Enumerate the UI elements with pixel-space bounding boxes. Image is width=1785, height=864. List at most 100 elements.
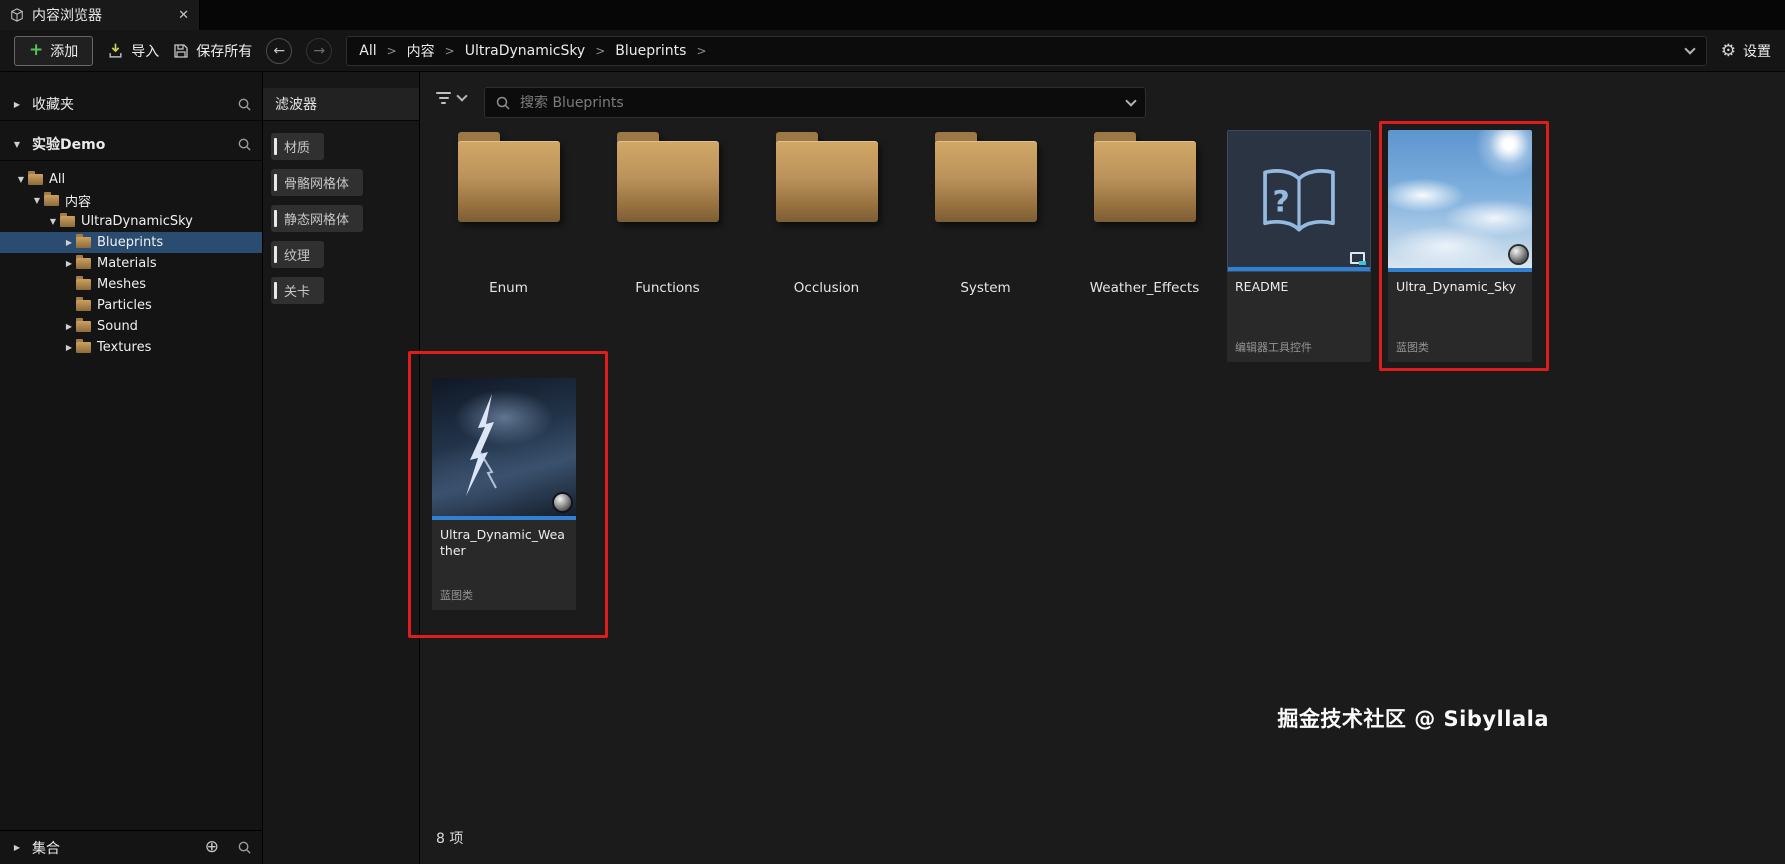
asset-grid-panel: Enum Functions Occlusion System Weather_… (420, 72, 1785, 864)
asset-name: README (1235, 279, 1289, 294)
folder-icon (76, 276, 91, 290)
filters-title: 滤波器 (263, 88, 419, 121)
tree-item-particles[interactable]: Particles (0, 295, 262, 316)
add-button-label: 添加 (50, 43, 79, 60)
asset-ultra-dynamic-weather[interactable]: Ultra_Dynamic_Weather 蓝图类 (432, 378, 576, 610)
close-icon[interactable]: ✕ (178, 8, 189, 23)
search-icon[interactable] (237, 97, 252, 112)
source-header[interactable]: ▼ 实验Demo (0, 128, 262, 161)
plus-icon: + (29, 40, 44, 60)
tree-item-materials[interactable]: ▶ Materials (0, 253, 262, 274)
readme-thumbnail: ? (1227, 130, 1371, 272)
folder-system[interactable]: System (913, 130, 1058, 360)
add-button[interactable]: + 添加 (14, 35, 94, 66)
tree-item-meshes[interactable]: Meshes (0, 274, 262, 295)
asset-type: 编辑器工具控件 (1235, 341, 1312, 354)
filter-pill-level[interactable]: 关卡 (271, 277, 325, 304)
expander-icon[interactable]: ▶ (10, 843, 24, 852)
folder-functions[interactable]: Functions (595, 130, 740, 360)
tree-item-label: All (49, 172, 66, 187)
add-collection-icon[interactable]: ⊕ (205, 839, 219, 856)
tree-item-ultradynamicsky[interactable]: ▼ UltraDynamicSky (0, 211, 262, 232)
asset-label-area: Ultra_Dynamic_Weather 蓝图类 (432, 520, 576, 610)
expander-icon[interactable]: ▶ (62, 343, 76, 352)
asset-type: 蓝图类 (440, 589, 473, 602)
expander-icon[interactable]: ▼ (30, 196, 44, 205)
sky-thumbnail (1388, 130, 1532, 272)
import-button[interactable]: 导入 (107, 41, 159, 61)
filter-funnel-icon (436, 92, 451, 104)
folder-icon (1093, 132, 1196, 222)
folder-icon (76, 318, 91, 332)
source-label: 实验Demo (32, 137, 106, 153)
breadcrumb-separator-icon: > (595, 43, 606, 58)
chevron-down-icon[interactable] (1684, 42, 1696, 55)
lightning-icon (466, 394, 497, 496)
expander-icon[interactable]: ▶ (62, 238, 76, 247)
chevron-down-icon[interactable] (1125, 94, 1137, 107)
breadcrumb: All > 内容 > UltraDynamicSky > Blueprints … (346, 35, 1707, 66)
folder-icon (76, 297, 91, 311)
asset-accent-underline (1228, 267, 1370, 271)
filter-pill-static-mesh[interactable]: 静态网格体 (271, 205, 364, 232)
search-input[interactable] (520, 94, 1118, 111)
tree-item-label: UltraDynamicSky (81, 214, 193, 229)
import-button-label: 导入 (131, 43, 160, 60)
tab-title: 内容浏览器 (32, 8, 102, 24)
expander-icon[interactable]: ▼ (14, 175, 28, 184)
svg-text:?: ? (1272, 185, 1289, 220)
folder-label: Functions (635, 280, 700, 296)
search-icon (495, 95, 511, 111)
tree-item-sound[interactable]: ▶ Sound (0, 316, 262, 337)
filter-pill-skeletal-mesh[interactable]: 骨骼网格体 (271, 169, 364, 196)
forward-button[interactable]: → (306, 37, 333, 64)
filters-panel: 滤波器 材质 骨骼网格体 静态网格体 纹理 关卡 (263, 72, 420, 864)
breadcrumb-item-ultradynamicsky[interactable]: UltraDynamicSky (465, 43, 585, 59)
breadcrumb-item-blueprints[interactable]: Blueprints (615, 43, 686, 59)
favorites-label: 收藏夹 (32, 97, 74, 113)
asset-label-area: Ultra_Dynamic_Sky 蓝图类 (1388, 272, 1532, 362)
open-book-icon: ? (1263, 169, 1335, 232)
back-arrow-icon: ← (273, 42, 286, 59)
back-button[interactable]: ← (266, 37, 293, 64)
expander-icon[interactable]: ▶ (62, 322, 76, 331)
folder-tree: ▼ All ▼ 内容 ▼ UltraDynamicSky ▶ Blueprint… (0, 161, 262, 358)
collections-bar[interactable]: ▶ 集合 ⊕ (0, 830, 262, 864)
tree-item-content[interactable]: ▼ 内容 (0, 190, 262, 211)
weather-thumbnail (432, 378, 576, 520)
search-icon[interactable] (237, 840, 252, 855)
tree-item-label: Sound (97, 319, 138, 334)
expander-icon[interactable]: ▼ (46, 217, 60, 226)
content-browser-icon (11, 8, 23, 22)
settings-button[interactable]: ⚙ 设置 (1721, 41, 1771, 61)
tree-item-label: Meshes (97, 277, 146, 292)
asset-ultra-dynamic-sky[interactable]: Ultra_Dynamic_Sky 蓝图类 (1388, 130, 1532, 362)
expander-icon[interactable]: ▼ (10, 140, 24, 149)
search-icon[interactable] (237, 137, 252, 152)
tree-item-label: Textures (97, 340, 152, 355)
expander-icon[interactable]: ▶ (62, 259, 76, 268)
folder-icon (60, 213, 75, 227)
folder-weather-effects[interactable]: Weather_Effects (1072, 130, 1217, 360)
breadcrumb-item-content[interactable]: 内容 (407, 41, 435, 61)
filter-dropdown-button[interactable] (436, 90, 468, 104)
filter-pill-list: 材质 骨骼网格体 静态网格体 纹理 关卡 (263, 121, 419, 316)
filter-pill-material[interactable]: 材质 (271, 133, 325, 160)
folder-icon (457, 132, 560, 222)
folder-occlusion[interactable]: Occlusion (754, 130, 899, 360)
filter-pill-texture[interactable]: 纹理 (271, 241, 325, 268)
expander-icon[interactable]: ▶ (10, 100, 24, 109)
asset-readme[interactable]: ? README 编辑器工具控件 (1227, 130, 1371, 362)
favorites-header[interactable]: ▶ 收藏夹 (0, 88, 262, 121)
tree-item-label: 内容 (65, 195, 92, 210)
tree-item-all[interactable]: ▼ All (0, 169, 262, 190)
tree-item-blueprints[interactable]: ▶ Blueprints (0, 232, 262, 253)
save-all-button[interactable]: 保存所有 (173, 41, 252, 61)
import-icon (109, 43, 122, 58)
folder-enum[interactable]: Enum (436, 130, 581, 360)
content-browser-tab[interactable]: 内容浏览器 ✕ (0, 0, 200, 30)
forward-arrow-icon: → (313, 42, 326, 59)
folder-icon (28, 171, 43, 185)
breadcrumb-item-all[interactable]: All (359, 43, 376, 59)
tree-item-textures[interactable]: ▶ Textures (0, 337, 262, 358)
